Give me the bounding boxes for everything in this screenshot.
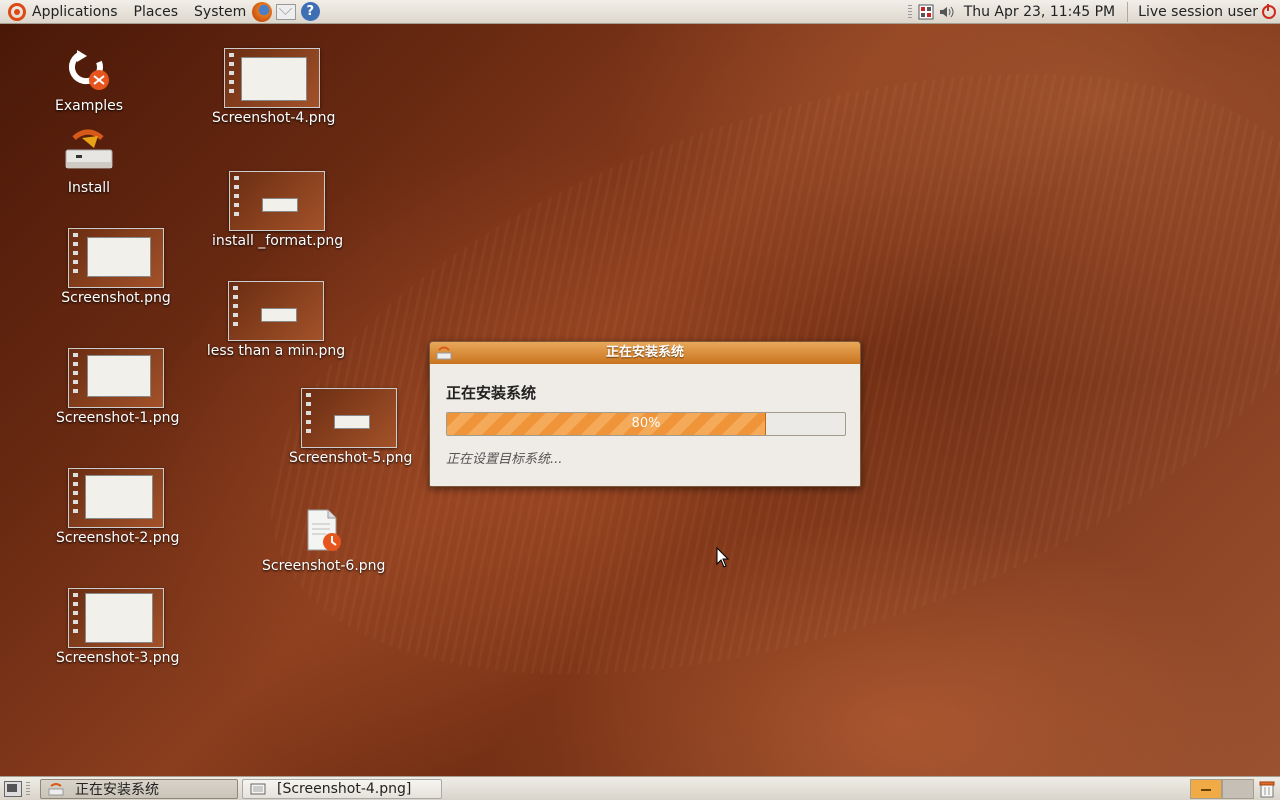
mail-icon xyxy=(276,3,297,20)
help-icon: ? xyxy=(300,2,320,21)
desktop-icon-label: install _format.png xyxy=(212,233,344,249)
desktop-icon-install-format[interactable]: install _format.png xyxy=(212,171,344,249)
desktop-icon-label: less than a min.png xyxy=(206,343,346,359)
image-viewer-icon xyxy=(250,783,266,794)
desktop-icon-label: Examples xyxy=(54,98,124,114)
workspace-2[interactable] xyxy=(1222,778,1254,799)
taskbar-item-label: [Screenshot-4.png] xyxy=(277,780,412,797)
applications-menu[interactable]: Applications xyxy=(0,0,126,24)
panel-handle xyxy=(907,4,912,19)
top-panel: Applications Places System ? Thu Apr 23,… xyxy=(0,0,1280,24)
desktop-icon-screenshot-5[interactable]: Screenshot-5.png xyxy=(289,388,413,466)
session-menu[interactable]: Live session user xyxy=(1132,3,1280,20)
taskbar-item-installer[interactable]: 正在安装系统 xyxy=(40,778,238,799)
desktop-icon-label: Screenshot-2.png xyxy=(56,530,180,546)
dialog-heading: 正在安装系统 xyxy=(446,384,537,402)
desktop-icon-screenshot-6[interactable]: Screenshot-6.png xyxy=(262,508,386,574)
show-desktop-button[interactable] xyxy=(4,780,22,797)
bottom-panel: 正在安装系统 [Screenshot-4.png] xyxy=(0,776,1280,800)
desktop-icon-screenshot[interactable]: Screenshot.png xyxy=(56,228,176,306)
taskbar-item-label: 正在安装系统 xyxy=(75,781,159,798)
trash-icon xyxy=(1259,781,1275,797)
taskbar-item-screenshot-4[interactable]: [Screenshot-4.png] xyxy=(242,778,442,799)
session-user-label: Live session user xyxy=(1138,3,1258,20)
system-menu[interactable]: System xyxy=(186,0,250,24)
thumbnail-image xyxy=(68,588,164,648)
installer-icon xyxy=(436,346,452,360)
applications-menu-label: Applications xyxy=(32,3,118,20)
panel-handle xyxy=(26,781,30,796)
panel-separator xyxy=(1127,1,1129,22)
desktop-icon-screenshot-3[interactable]: Screenshot-3.png xyxy=(56,588,180,666)
desktop-icon-label: Screenshot-1.png xyxy=(56,410,180,426)
image-file-icon xyxy=(307,509,341,551)
desktop-icon-label: Screenshot-4.png xyxy=(212,110,336,126)
firefox-launcher[interactable] xyxy=(251,1,273,23)
power-icon xyxy=(1262,3,1276,19)
mail-launcher[interactable] xyxy=(275,1,297,23)
network-icon[interactable] xyxy=(918,3,934,21)
firefox-icon xyxy=(252,1,273,22)
system-menu-label: System xyxy=(194,3,247,20)
desktop-icon-label: Install xyxy=(67,180,111,196)
places-menu-label: Places xyxy=(133,3,179,20)
desktop-icon-label: Screenshot.png xyxy=(61,290,171,306)
thumbnail-image xyxy=(68,228,164,288)
ubuntu-logo-icon xyxy=(8,2,26,21)
dialog-title: 正在安装系统 xyxy=(605,345,684,360)
desktop-icon-label: Screenshot-3.png xyxy=(56,650,180,666)
desktop-icon-install[interactable]: Install xyxy=(54,128,124,196)
desktop-icon-label: Screenshot-5.png xyxy=(289,450,413,466)
trash-button[interactable] xyxy=(1258,780,1276,798)
desktop-icon-screenshot-4[interactable]: Screenshot-4.png xyxy=(212,48,336,126)
thumbnail-image xyxy=(228,281,324,341)
desktop-icon-screenshot-2[interactable]: Screenshot-2.png xyxy=(56,468,180,546)
thumbnail-image xyxy=(301,388,397,448)
installer-icon xyxy=(48,782,64,795)
mouse-cursor-icon xyxy=(716,547,730,568)
thumbnail-image xyxy=(229,171,325,231)
desktop-icon-label: Screenshot-6.png xyxy=(262,558,386,574)
help-launcher[interactable]: ? xyxy=(299,1,321,23)
workspace-1[interactable] xyxy=(1190,778,1222,799)
workspace-switcher xyxy=(1190,778,1280,799)
thumbnail-image xyxy=(68,348,164,408)
install-progress-dialog: 正在安装系统 正在安装系统 80% 正在设置目标系统... xyxy=(429,341,861,487)
places-menu[interactable]: Places xyxy=(126,0,187,24)
install-icon xyxy=(65,129,113,169)
progress-label: 80% xyxy=(631,416,661,431)
desktop-icon-examples[interactable]: Examples xyxy=(54,48,124,114)
examples-icon xyxy=(69,50,109,90)
install-progress-bar: 80% xyxy=(446,412,846,436)
clock[interactable]: Thu Apr 23, 11:45 PM xyxy=(956,4,1123,20)
volume-icon[interactable] xyxy=(938,3,954,21)
thumbnail-image xyxy=(224,48,320,108)
thumbnail-image xyxy=(68,468,164,528)
desktop-icon-screenshot-1[interactable]: Screenshot-1.png xyxy=(56,348,180,426)
dialog-titlebar[interactable]: 正在安装系统 xyxy=(430,342,860,364)
install-status-text: 正在设置目标系统... xyxy=(446,452,563,467)
desktop-icon-less-than-a-min[interactable]: less than a min.png xyxy=(206,281,346,359)
